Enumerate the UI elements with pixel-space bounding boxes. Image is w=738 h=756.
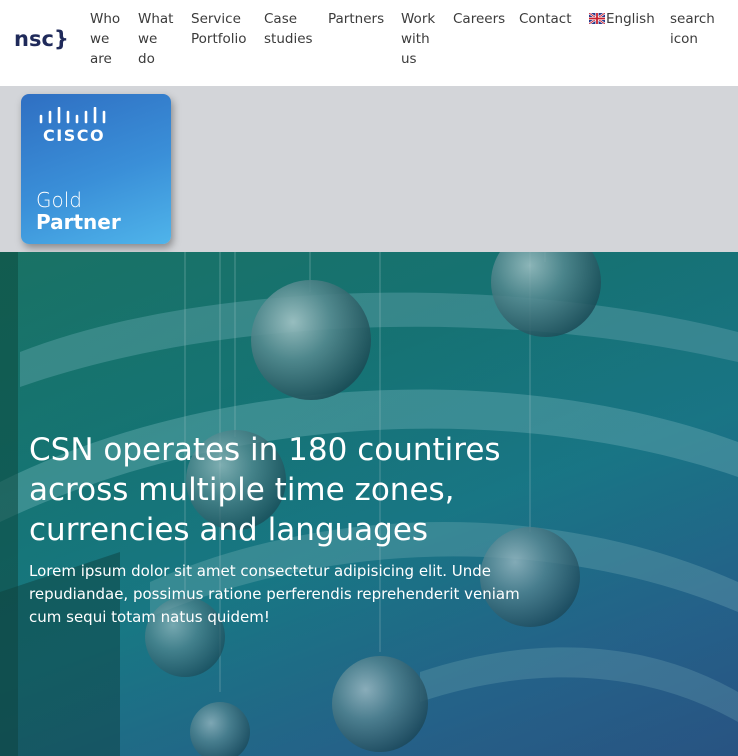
site-header: nsc} Who we are What we do Service Portf… [0, 0, 738, 86]
nav-careers[interactable]: Careers [453, 9, 505, 29]
nav-service-portfolio[interactable]: Service Portfolio [191, 9, 247, 49]
nav-case-studies[interactable]: Case studies [264, 9, 313, 49]
search-icon[interactable]: search icon [670, 9, 715, 49]
language-selector[interactable]: English [589, 9, 655, 29]
nav-partners[interactable]: Partners [328, 9, 384, 29]
badge-brand: CISCO [43, 126, 106, 145]
hero-section: CSN operates in 180 countires across mul… [0, 252, 738, 756]
nav-contact[interactable]: Contact [519, 9, 572, 29]
cisco-bars-icon [39, 107, 106, 124]
uk-flag-icon [589, 13, 605, 24]
nav-work-with-us[interactable]: Work with us [401, 9, 435, 69]
language-label: English [606, 11, 655, 27]
svg-text:nsc}: nsc} [14, 27, 68, 51]
partner-band: CISCO Gold Partner [0, 86, 738, 252]
hero-title: CSN operates in 180 countires across mul… [29, 432, 501, 548]
cisco-gold-partner-badge: CISCO Gold Partner [21, 94, 171, 244]
badge-level: Partner [36, 210, 121, 234]
badge-tier: Gold [36, 188, 82, 212]
nav-who-we-are[interactable]: Who we are [90, 9, 120, 69]
hero-body: Lorem ipsum dolor sit amet consectetur a… [29, 562, 520, 626]
nav-what-we-do[interactable]: What we do [138, 9, 173, 69]
nsc-logo[interactable]: nsc} [14, 24, 68, 54]
